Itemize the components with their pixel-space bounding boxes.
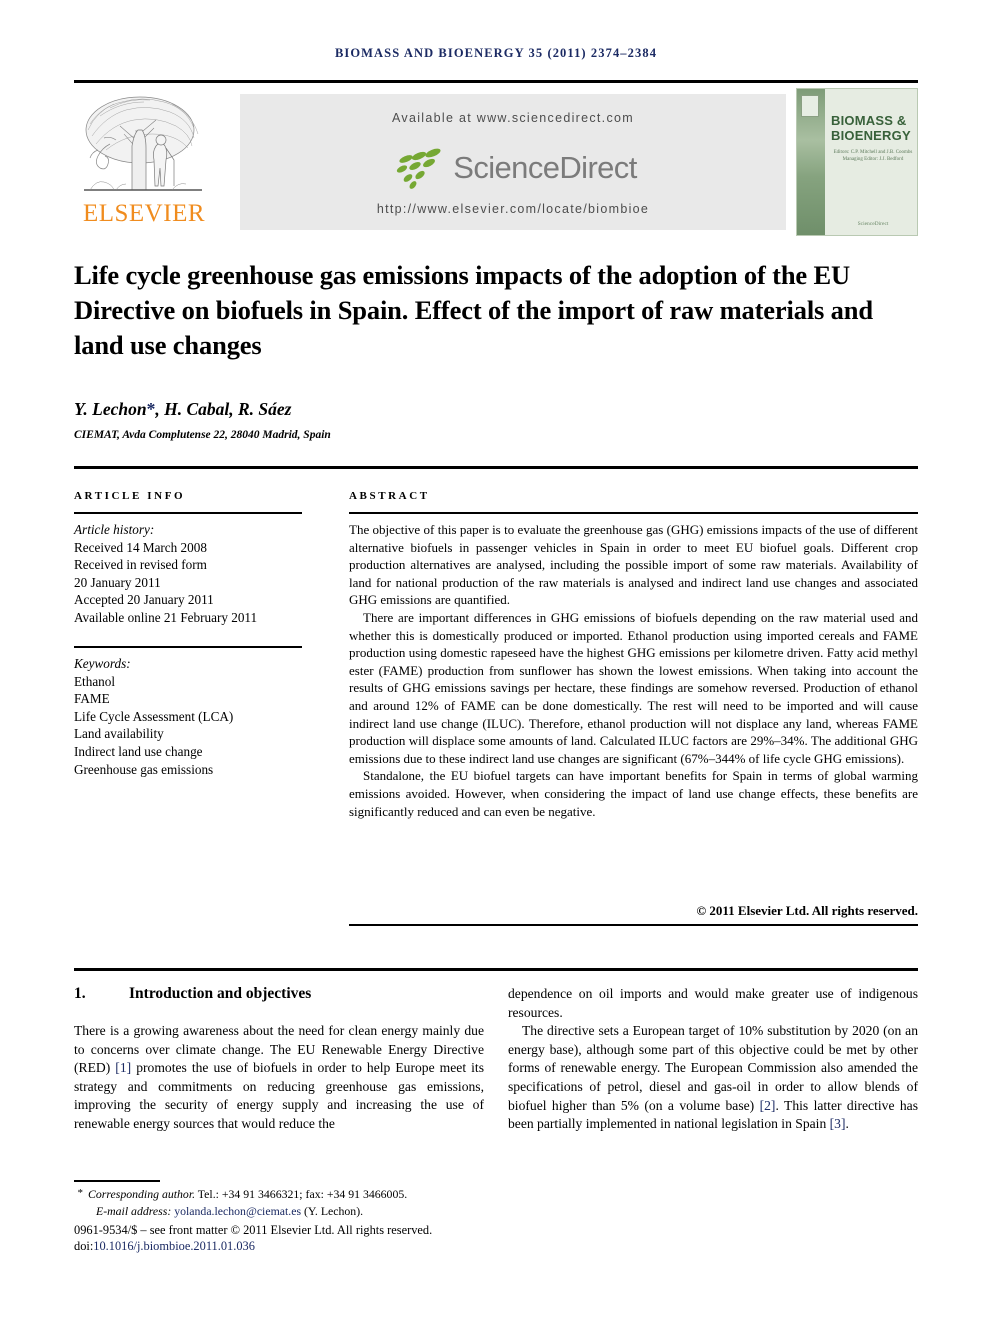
cover-title-line-1: BIOMASS & — [831, 113, 907, 128]
article-history-item: Received 14 March 2008 — [74, 539, 207, 555]
email-link[interactable]: yolanda.lechon@ciemat.es — [174, 1204, 301, 1218]
elsevier-wordmark: ELSEVIER — [82, 200, 206, 227]
affiliation: CIEMAT, Avda Complutense 22, 28040 Madri… — [74, 429, 331, 441]
doi-line: doi:10.1016/j.biombioe.2011.01.036 — [74, 1239, 544, 1254]
article-history-item: 20 January 2011 — [74, 574, 161, 590]
cover-editors-line-2: Managing Editor: J.J. Bedford — [842, 157, 904, 162]
journal-url[interactable]: http://www.elsevier.com/locate/biombioe — [240, 202, 786, 216]
sciencedirect-logo: ScienceDirect — [240, 144, 786, 192]
cover-sciencedirect-mark: ScienceDirect — [857, 221, 889, 227]
body-column-left: There is a growing awareness about the n… — [74, 1022, 484, 1134]
body-top-rule — [74, 968, 918, 971]
cover-side-strip — [797, 89, 825, 235]
section-heading-introduction: 1. Introduction and objectives — [74, 985, 484, 1003]
sciencedirect-band: Available at www.sciencedirect.com Scien… — [240, 94, 786, 230]
cover-title: BIOMASS & BIOENERGY — [831, 113, 915, 143]
masthead: ELSEVIER Available at www.sciencedirect.… — [74, 88, 918, 236]
sciencedirect-leaves-icon — [397, 148, 441, 189]
body-paragraph: The directive sets a European target of … — [508, 1022, 918, 1134]
body-paragraph: There is a growing awareness about the n… — [74, 1022, 484, 1134]
body-column-right: dependence on oil imports and would make… — [508, 985, 918, 1134]
abstract-paragraph: The objective of this paper is to evalua… — [349, 522, 918, 608]
body-paragraph-continuation: dependence on oil imports and would make… — [508, 986, 918, 1020]
citation-link-3[interactable]: [3] — [830, 1116, 846, 1131]
author-list: Y. Lechon*, H. Cabal, R. Sáez — [74, 399, 674, 420]
article-info-rule — [74, 512, 302, 514]
section-number: 1. — [74, 985, 86, 1002]
abstract-text: The objective of this paper is to evalua… — [349, 521, 918, 820]
keyword-item: Greenhouse gas emissions — [74, 761, 214, 777]
keyword-item: Indirect land use change — [74, 743, 203, 759]
article-page: BIOMASS AND BIOENERGY 35 (2011) 2374–238… — [0, 0, 992, 1323]
doi-link[interactable]: 10.1016/j.biombioe.2011.01.036 — [93, 1239, 255, 1253]
article-info-heading: ARTICLE INFO — [74, 490, 186, 502]
body-text-segment: . — [845, 1116, 849, 1132]
running-head-journal: BIOMASS AND BIOENERGY — [334, 46, 525, 60]
footnote-block: * Corresponding author. Tel.: +34 91 3466… — [74, 1186, 504, 1219]
author-first: Y. Lechon — [74, 399, 147, 419]
masthead-top-rule — [74, 80, 918, 83]
abstract-heading: ABSTRACT — [349, 490, 430, 502]
elsevier-logo: ELSEVIER — [74, 88, 214, 236]
keyword-item: FAME — [74, 691, 110, 707]
keywords-rule — [74, 646, 302, 648]
info-section-top-rule — [74, 466, 918, 469]
keyword-item: Land availability — [74, 726, 164, 742]
email-label: E-mail address: — [96, 1203, 172, 1218]
abstract-bottom-rule — [349, 924, 918, 926]
keyword-item: Life Cycle Assessment (LCA) — [74, 708, 234, 724]
article-history-block: Article history: Received 14 March 2008 … — [74, 521, 304, 627]
elsevier-tree-icon — [84, 96, 202, 191]
corresponding-author-note: * Corresponding author. Tel.: +34 91 3466… — [74, 1186, 504, 1203]
cover-editors-line-1: Editors: C.P. Mitchell and J.B. Coombs — [833, 150, 913, 155]
email-note: E-mail address: yolanda.lechon@ciemat.es… — [74, 1203, 504, 1220]
section-title: Introduction and objectives — [129, 985, 312, 1002]
article-history-label: Article history: — [74, 522, 155, 537]
abstract-paragraph: There are important differences in GHG e… — [349, 609, 918, 766]
running-head: BIOMASS AND BIOENERGY 35 (2011) 2374–238… — [0, 46, 992, 61]
issn-front-matter: 0961-9534/$ – see front matter © 2011 El… — [74, 1223, 433, 1237]
citation-link-1[interactable]: [1] — [115, 1060, 131, 1075]
body-text-segment: promotes the use of biofuels in order to… — [74, 1060, 484, 1131]
citation-link-2[interactable]: [2] — [760, 1098, 776, 1113]
cover-title-line-2: BIOENERGY — [831, 128, 911, 143]
footnote-star-marker: * — [77, 1187, 83, 1199]
article-history-item: Accepted 20 January 2011 — [74, 592, 214, 608]
journal-cover-thumbnail: BIOMASS & BIOENERGY Editors: C.P. Mitche… — [796, 88, 918, 236]
abstract-paragraph: Standalone, the EU biofuel targets can h… — [349, 768, 918, 819]
abstract-top-rule — [349, 512, 918, 514]
email-owner: (Y. Lechon). — [301, 1203, 364, 1218]
running-head-volume: 35 (2011) 2374–2384 — [528, 46, 658, 60]
article-history-item: Available online 21 February 2011 — [74, 609, 258, 625]
authors-remaining: , H. Cabal, R. Sáez — [155, 399, 292, 419]
doi-label: doi: — [74, 1239, 94, 1253]
keywords-label: Keywords: — [74, 656, 131, 671]
sciencedirect-wordmark: ScienceDirect — [453, 150, 637, 185]
corresponding-author-contact: Tel.: +34 91 3466321; fax: +34 91 346600… — [195, 1187, 408, 1201]
corresponding-author-label: Corresponding author. — [88, 1187, 196, 1201]
keywords-block: Keywords: Ethanol FAME Life Cycle Assess… — [74, 655, 304, 778]
page-title: Life cycle greenhouse gas emissions impa… — [74, 260, 873, 360]
available-at-label: Available at www.sciencedirect.com — [392, 111, 634, 125]
keyword-item: Ethanol — [74, 673, 116, 689]
article-history-item: Received in revised form — [74, 557, 207, 573]
footnote-rule — [74, 1180, 160, 1182]
abstract-copyright: © 2011 Elsevier Ltd. All rights reserved… — [696, 903, 918, 918]
cover-editors: Editors: C.P. Mitchell and J.B. Coombs M… — [831, 149, 915, 163]
